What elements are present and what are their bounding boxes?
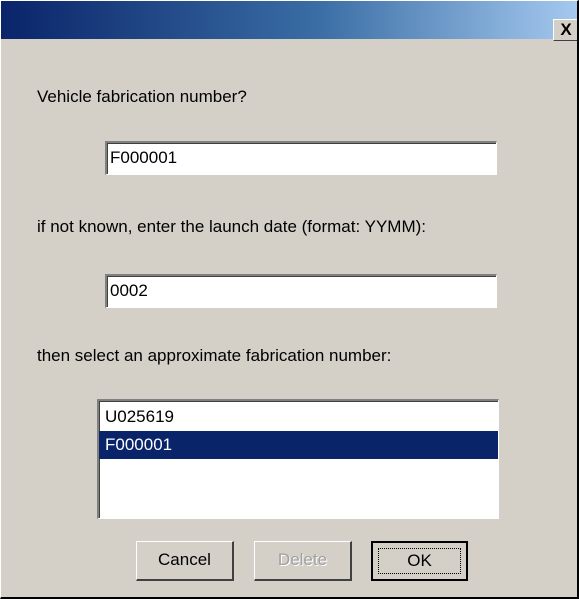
title-bar[interactable] [1, 1, 577, 39]
cancel-button[interactable]: Cancel [136, 541, 234, 581]
list-item-selected[interactable]: F000001 [99, 431, 498, 459]
approx-number-list[interactable]: U025619 F000001 [97, 399, 499, 519]
close-icon: X [560, 20, 572, 39]
close-button[interactable]: X [553, 19, 577, 41]
fab-number-label: Vehicle fabrication number? [37, 87, 247, 106]
fabrication-number-dialog: X Vehicle fabrication number? F000001 if… [0, 0, 579, 599]
ok-button-label: OK [378, 548, 461, 574]
fab-number-input[interactable]: F000001 [105, 141, 497, 175]
list-item[interactable]: U025619 [99, 403, 498, 431]
ok-button[interactable]: OK [371, 541, 468, 581]
approx-number-label: then select an approximate fabrication n… [37, 346, 392, 365]
launch-date-input[interactable]: 0002 [105, 274, 497, 308]
delete-button[interactable]: Delete [254, 541, 352, 581]
launch-date-label: if not known, enter the launch date (for… [37, 217, 426, 236]
